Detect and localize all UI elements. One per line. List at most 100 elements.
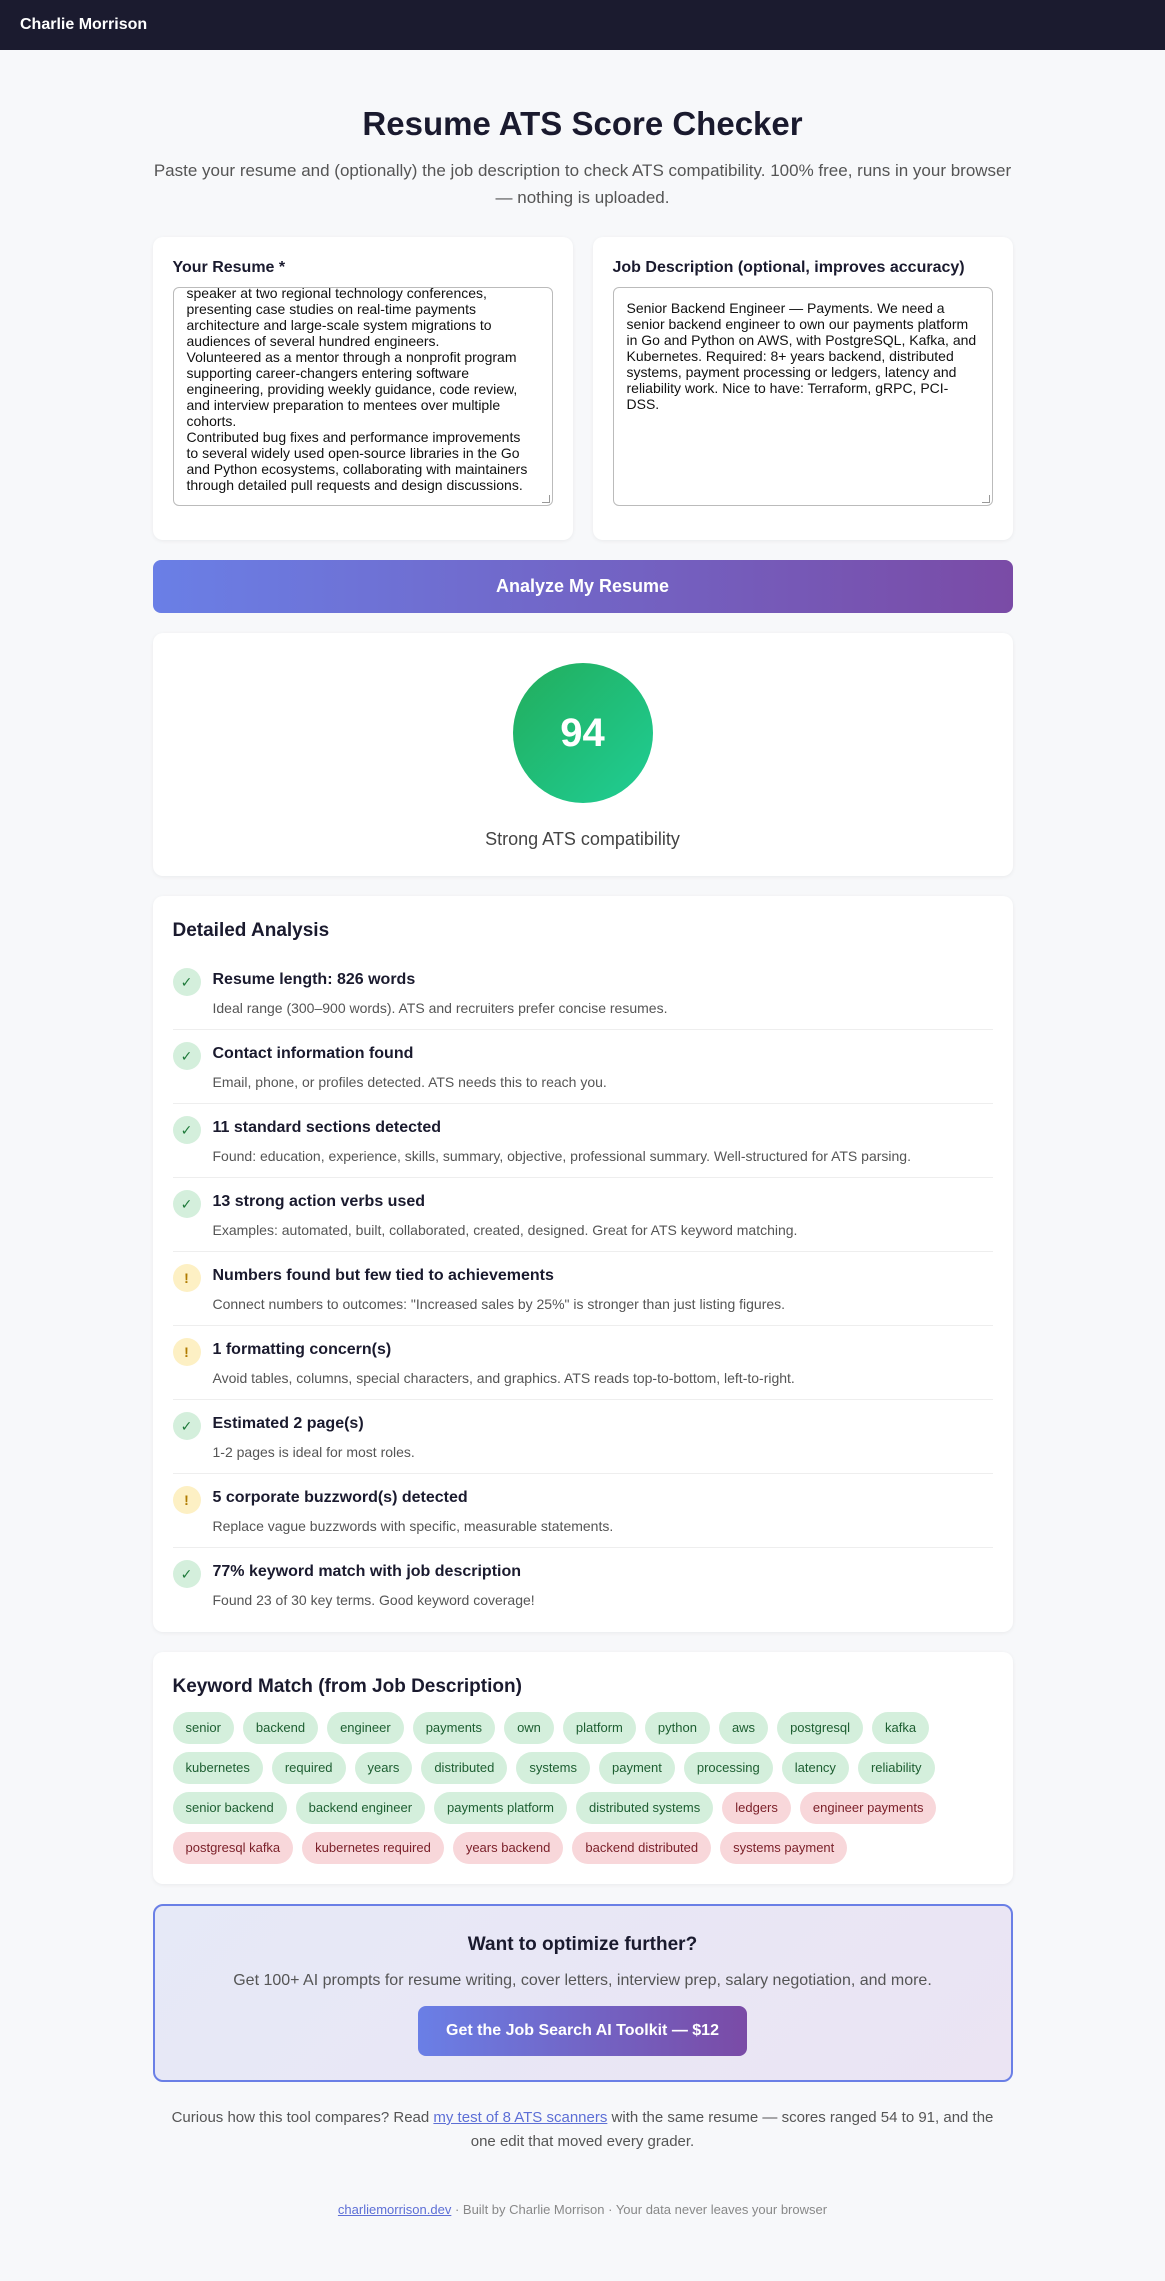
keyword-found-pill: reliability [857, 1752, 935, 1784]
analysis-item-title: 1 formatting concern(s) [212, 1341, 392, 1358]
keyword-found-pill: required [271, 1752, 346, 1784]
keyword-found-pill: senior [172, 1712, 234, 1744]
keyword-found-pill: latency [781, 1752, 849, 1784]
keyword-found-pill: own [504, 1712, 554, 1744]
keyword-found-pill: backend [242, 1712, 319, 1744]
brand-name[interactable]: Charlie Morrison [20, 16, 147, 34]
footer-link[interactable]: charliemorrison.dev [338, 2202, 451, 2217]
analysis-item-title: Resume length: 826 words [212, 971, 416, 988]
resume-text-line: and interview preparation to mentees ove… [186, 397, 501, 413]
keyword-found-pill: backend engineer [295, 1792, 426, 1824]
keyword-missing-pill: postgresql kafka [172, 1832, 294, 1864]
keyword-card: Keyword Match (from Job Description) sen… [152, 1652, 1013, 1884]
resize-handle-icon[interactable] [981, 495, 990, 503]
analysis-item-description: Found: education, experience, skills, su… [212, 1148, 911, 1164]
keyword-found-pill: kubernetes [172, 1752, 263, 1784]
analysis-item-description: Examples: automated, built, collaborated… [212, 1222, 798, 1238]
check-icon: ✓ [172, 1190, 201, 1218]
check-icon: ✓ [172, 1116, 201, 1144]
compare-link[interactable]: my test of 8 ATS scanners [433, 2109, 607, 2126]
analysis-item: ✓ 11 standard sections detected Found: edu… [172, 1104, 993, 1178]
keyword-missing-pill: systems payment [720, 1832, 848, 1864]
analysis-item: ✓ 13 strong action verbs used Examples: au… [172, 1178, 993, 1252]
keyword-missing-pill: years backend [452, 1832, 564, 1864]
analysis-item: ✓ Resume length: 826 words Ideal range (30… [172, 956, 993, 1030]
page-subtitle: Paste your resume and (optionally) the j… [153, 161, 1012, 207]
resume-card: Your Resume * speaker at two regional te… [152, 237, 573, 540]
analysis-item-title: Numbers found but few tied to achievemen… [212, 1267, 554, 1284]
keyword-found-pill: python [644, 1712, 710, 1744]
keyword-found-pill: kafka [872, 1712, 930, 1744]
analysis-item-title: Contact information found [212, 1045, 414, 1062]
analysis-item: ✓ Estimated 2 page(s) 1-2 pages is ideal f… [172, 1400, 993, 1474]
keyword-found-pill: years [354, 1752, 413, 1784]
resume-text-line: engineering, providing weekly guidance, … [186, 381, 518, 397]
analysis-item-description: Found 23 of 30 key terms. Good keyword c… [212, 1592, 535, 1608]
resume-text-line: supporting career-changers entering soft… [186, 365, 470, 381]
analysis-item-description: Replace vague buzzwords with specific, m… [212, 1518, 614, 1534]
toolkit-button[interactable]: Get the Job Search AI Toolkit — $12 [418, 2006, 747, 2056]
analysis-item: ! 5 corporate buzzword(s) detected Replace… [172, 1474, 993, 1548]
compare-text-before: Curious how this tool compares? Read [171, 2109, 434, 2126]
warning-icon: ! [172, 1338, 201, 1366]
keyword-found-pill: payment [598, 1752, 675, 1784]
check-icon: ✓ [172, 1412, 201, 1440]
keyword-title: Keyword Match (from Job Description) [172, 1676, 522, 1697]
keyword-found-pill: aws [718, 1712, 769, 1744]
resume-text-line: cohorts. [186, 413, 237, 429]
resume-text-line: presenting case studies on real-time pay… [186, 301, 476, 317]
job-description-textarea[interactable]: Senior Backend Engineer — Payments. We n… [612, 287, 993, 506]
keyword-list: senior backend engineer payments own platform… [172, 1712, 993, 1864]
job-description-label: Job Description (optional, improves accu… [612, 259, 965, 276]
resize-handle-icon[interactable] [541, 495, 550, 503]
footer: charliemorrison.dev · Built by Charlie M… [153, 2202, 1013, 2217]
keyword-found-pill: payments [412, 1712, 496, 1744]
keyword-found-pill: platform [562, 1712, 636, 1744]
analysis-item-title: 11 standard sections detected [212, 1119, 442, 1136]
analysis-item-body: Resume length: 826 words Ideal range (300… [213, 968, 668, 1018]
keyword-missing-pill: engineer payments [799, 1792, 937, 1824]
compare-note: Curious how this tool compares? Read my … [153, 2106, 1013, 2154]
analysis-item-body: Estimated 2 page(s) 1-2 pages is ideal fo… [213, 1412, 415, 1462]
analysis-list: ✓ Resume length: 826 words Ideal range (30… [172, 956, 993, 1622]
analysis-item-body: 77% keyword match with job description Fo… [213, 1560, 535, 1611]
analysis-item-body: 5 corporate buzzword(s) detected Replace … [213, 1486, 614, 1536]
cta-title: Want to optimize further? [467, 1934, 698, 1955]
analysis-item-title: 5 corporate buzzword(s) detected [212, 1489, 468, 1506]
resume-text-line: architecture and large-scale system migr… [186, 317, 492, 333]
analysis-item-body: 13 strong action verbs used Examples: aut… [213, 1190, 798, 1240]
check-icon: ✓ [172, 968, 201, 996]
cta-text: Get 100+ AI prompts for resume writing, … [233, 1972, 932, 1989]
resume-text-line: audiences of several hundred engineers. [186, 333, 440, 349]
warning-icon: ! [172, 1264, 201, 1292]
analysis-item-title: 77% keyword match with job description [212, 1563, 522, 1580]
top-bar: Charlie Morrison [0, 0, 1165, 50]
resume-text-line: and Python ecosystems, collaborating wit… [186, 461, 528, 477]
score-card: 94 Strong ATS compatibility [152, 633, 1013, 876]
analysis-item-body: 11 standard sections detected Found: educ… [213, 1116, 911, 1166]
keyword-found-pill: engineer [327, 1712, 404, 1744]
analysis-item-body: Numbers found but few tied to achievemen… [213, 1264, 786, 1314]
resume-text-line: through detailed pull requests and desig… [186, 477, 523, 493]
resume-text: speaker at two regional technology confe… [186, 288, 539, 493]
keyword-found-pill: processing [683, 1752, 773, 1784]
keyword-missing-pill: backend distributed [572, 1832, 712, 1864]
analysis-item-description: Email, phone, or profiles detected. ATS … [212, 1074, 607, 1090]
score-label: Strong ATS compatibility [485, 829, 680, 849]
keyword-found-pill: systems [516, 1752, 590, 1784]
keyword-found-pill: distributed systems [575, 1792, 714, 1824]
resume-textarea[interactable]: speaker at two regional technology confe… [172, 287, 553, 506]
analysis-item-title: Estimated 2 page(s) [212, 1415, 364, 1432]
keyword-found-pill: distributed [421, 1752, 508, 1784]
analyze-button[interactable]: Analyze My Resume [152, 560, 1013, 613]
score-circle: 94 [512, 663, 653, 803]
cta-box: Want to optimize further? Get 100+ AI pr… [152, 1904, 1013, 2082]
footer-text: · Built by Charlie Morrison · Your data … [451, 2202, 828, 2217]
resume-text-line: to several widely used open-source libra… [186, 445, 520, 461]
analysis-item-body: Contact information found Email, phone, o… [213, 1042, 607, 1092]
resume-label: Your Resume * [172, 259, 286, 276]
page-title: Resume ATS Score Checker [362, 105, 803, 142]
job-card: Job Description (optional, improves accu… [592, 237, 1013, 540]
analysis-title: Detailed Analysis [172, 920, 330, 941]
keyword-found-pill: postgresql [777, 1712, 864, 1744]
